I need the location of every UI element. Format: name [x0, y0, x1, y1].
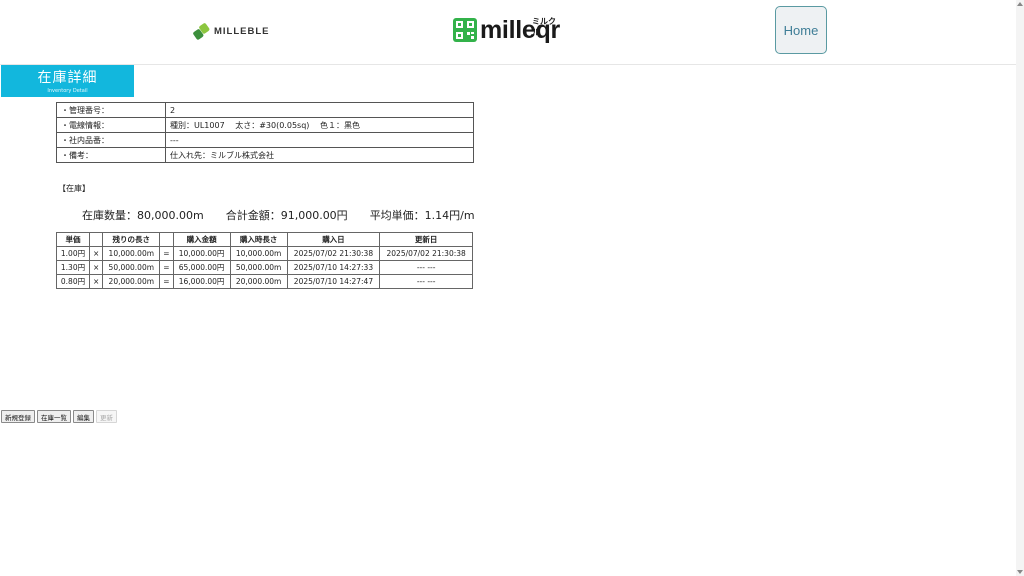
table-cell: 16,000.00円 — [172, 274, 231, 289]
col-header — [88, 232, 104, 247]
milleble-logo-icon — [193, 23, 210, 40]
table-cell: 2025/07/10 14:27:33 — [286, 260, 381, 275]
stock-table: 単価 残りの長さ 購入金額 購入時長さ 購入日 更新日 1.00円 × 10,0… — [56, 232, 473, 289]
scroll-up-icon[interactable] — [1017, 2, 1023, 6]
table-header-row: 単価 残りの長さ 購入金額 購入時長さ 購入日 更新日 — [56, 232, 473, 247]
info-value: 仕入れ先：ミルブル株式会社 — [165, 147, 474, 163]
site-header: MILLEBLE milleqr ミルクル Home — [0, 0, 1016, 65]
table-cell: = — [159, 274, 174, 289]
table-cell: = — [159, 246, 174, 261]
page-title: 在庫詳細 — [37, 70, 98, 86]
col-header: 購入時長さ — [229, 232, 288, 247]
table-cell: 10,000.00円 — [172, 246, 231, 261]
table-cell: 20,000.00m — [229, 274, 288, 289]
table-cell: × — [88, 246, 104, 261]
table-row: 0.80円 × 20,000.00m = 16,000.00円 20,000.0… — [56, 274, 473, 289]
table-cell: 10,000.00m — [102, 246, 161, 261]
table-row: ・管理番号： 2 — [56, 102, 474, 118]
table-cell: 50,000.00m — [102, 260, 161, 275]
table-row: ・備考： 仕入れ先：ミルブル株式会社 — [56, 147, 474, 163]
table-cell: 1.30円 — [56, 260, 90, 275]
action-buttons: 新規登録 在庫一覧 編集 更新 — [1, 410, 117, 423]
page-scrollbar[interactable] — [1016, 0, 1024, 576]
table-row: ・社内品番： --- — [56, 132, 474, 148]
col-header — [159, 232, 174, 247]
milleqr-logo[interactable]: milleqr ミルクル — [453, 17, 560, 43]
stock-quantity: 在庫数量：80,000.00m — [82, 209, 204, 222]
info-key: ・社内品番： — [56, 132, 166, 148]
info-key: ・電線情報： — [56, 117, 166, 133]
info-value: --- — [165, 132, 474, 148]
table-row: 1.00円 × 10,000.00m = 10,000.00円 10,000.0… — [56, 246, 473, 261]
col-header: 更新日 — [379, 232, 473, 247]
table-cell: --- --- — [379, 274, 473, 289]
col-header: 購入日 — [286, 232, 381, 247]
col-header: 残りの長さ — [102, 232, 161, 247]
milleqr-ruby: ミルクル — [532, 17, 556, 37]
new-registration-button[interactable]: 新規登録 — [1, 410, 35, 423]
table-cell: = — [159, 260, 174, 275]
milleble-wordmark: MILLEBLE — [214, 26, 270, 37]
table-cell: 65,000.00円 — [172, 260, 231, 275]
update-button: 更新 — [96, 410, 117, 423]
stock-list-button[interactable]: 在庫一覧 — [37, 410, 71, 423]
total-amount: 合計金額：91,000.00円 — [225, 209, 348, 222]
wire-info-table: ・管理番号： 2 ・電線情報： 種別：UL1007 太さ：#30(0.05sq)… — [56, 102, 474, 163]
col-header: 購入金額 — [172, 232, 231, 247]
table-row: ・電線情報： 種別：UL1007 太さ：#30(0.05sq) 色１：黒色 — [56, 117, 474, 133]
milleble-logo[interactable]: MILLEBLE — [193, 23, 270, 40]
table-cell: 50,000.00m — [229, 260, 288, 275]
page-subtitle: Inventory Detail — [47, 88, 88, 94]
table-cell: 2025/07/02 21:30:38 — [379, 246, 473, 261]
table-cell: × — [88, 274, 104, 289]
page-title-banner: 在庫詳細 Inventory Detail — [1, 65, 134, 97]
table-cell: 0.80円 — [56, 274, 90, 289]
table-cell: × — [88, 260, 104, 275]
info-key: ・管理番号： — [56, 102, 166, 118]
qr-code-icon — [453, 18, 477, 42]
table-row: 1.30円 × 50,000.00m = 65,000.00円 50,000.0… — [56, 260, 473, 275]
average-price: 平均単価：1.14円/m — [369, 209, 475, 222]
info-value: 種別：UL1007 太さ：#30(0.05sq) 色１：黒色 — [165, 117, 474, 133]
stock-section-label: 【在庫】 — [58, 184, 90, 193]
stock-summary: 在庫数量：80,000.00m 合計金額：91,000.00円 平均単価：1.1… — [82, 207, 475, 223]
scroll-down-icon[interactable] — [1017, 570, 1023, 574]
table-cell: 2025/07/02 21:30:38 — [286, 246, 381, 261]
home-button[interactable]: Home — [775, 6, 827, 54]
table-cell: 1.00円 — [56, 246, 90, 261]
table-cell: 20,000.00m — [102, 274, 161, 289]
info-key: ・備考： — [56, 147, 166, 163]
col-header: 単価 — [56, 232, 90, 247]
info-value: 2 — [165, 102, 474, 118]
table-cell: 2025/07/10 14:27:47 — [286, 274, 381, 289]
edit-button[interactable]: 編集 — [73, 410, 94, 423]
table-cell: --- --- — [379, 260, 473, 275]
table-cell: 10,000.00m — [229, 246, 288, 261]
